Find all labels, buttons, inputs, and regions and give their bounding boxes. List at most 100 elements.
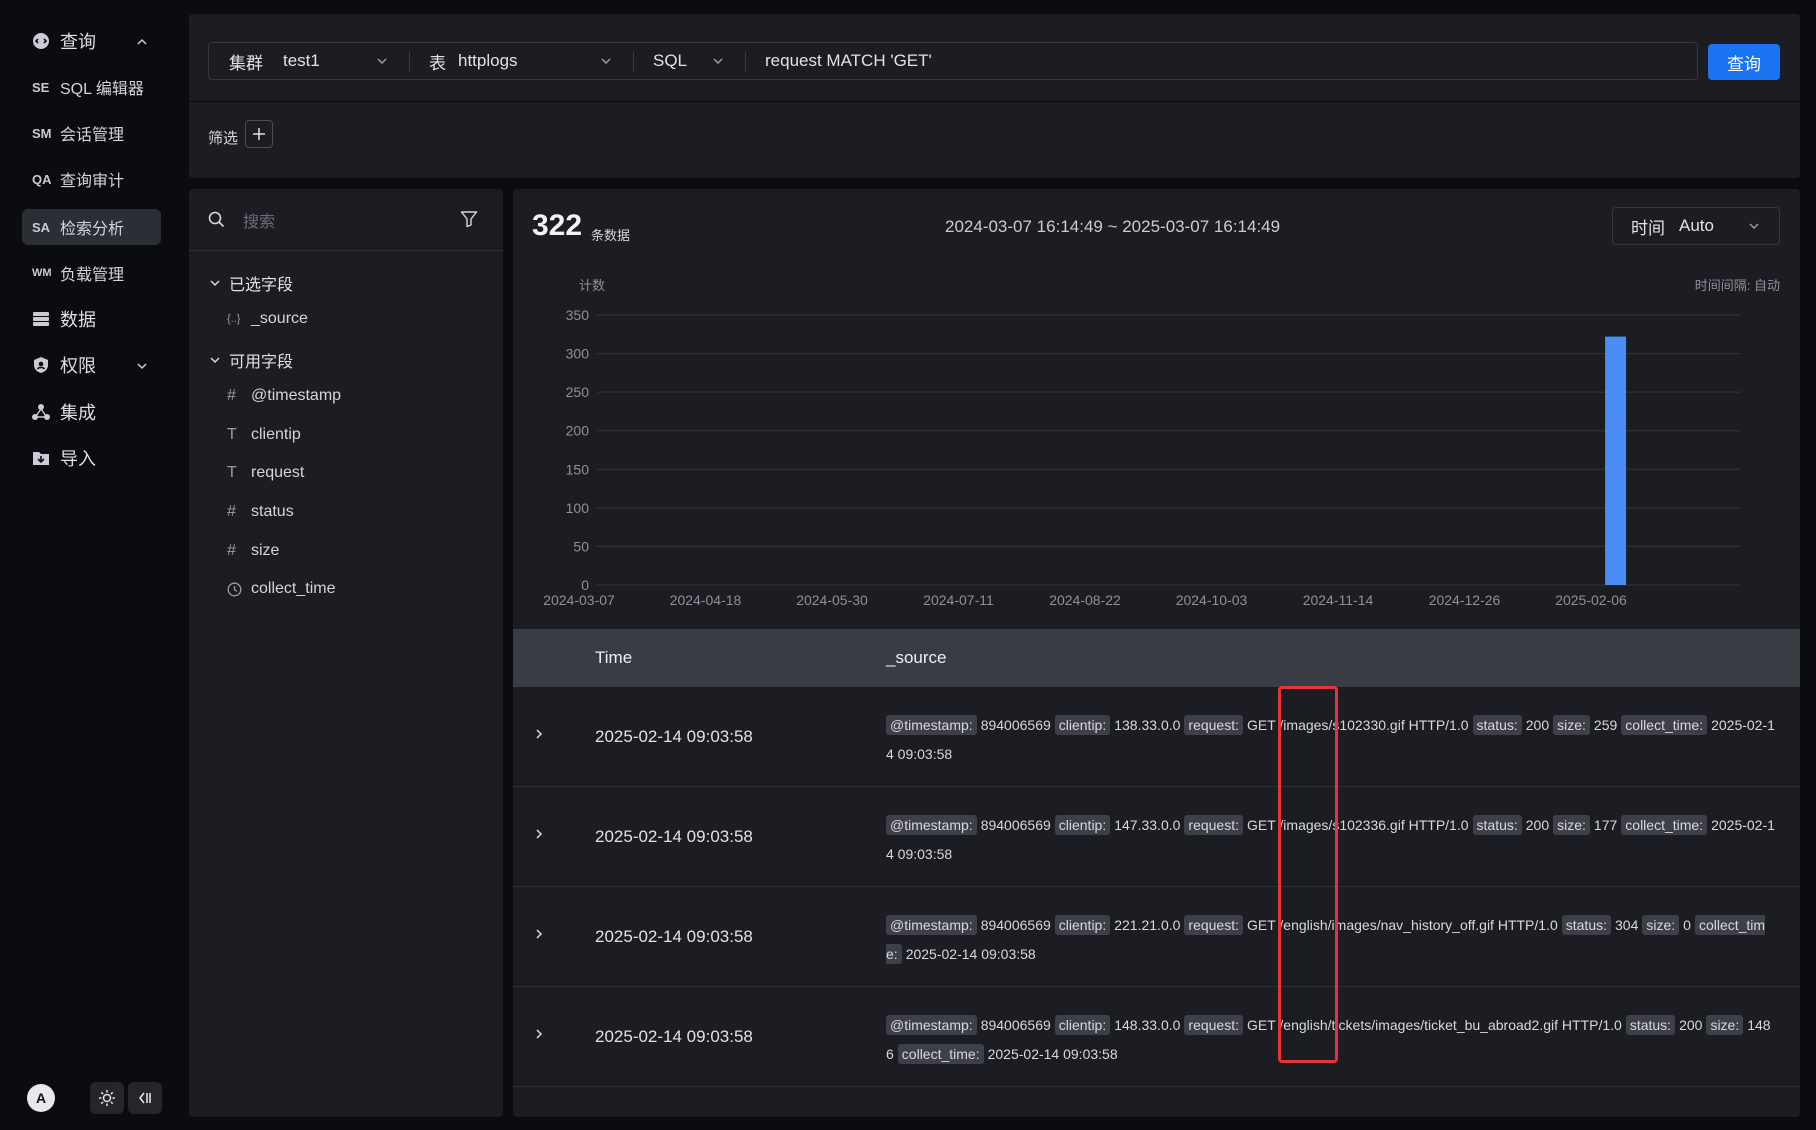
clock-icon xyxy=(227,582,251,597)
nav-item-session[interactable]: SM 会话管理 xyxy=(22,115,161,151)
row-time: 2025-02-14 09:03:58 xyxy=(595,1027,753,1046)
nav-item-label: 负载管理 xyxy=(60,267,125,284)
nav-integration[interactable]: 集成 xyxy=(22,394,161,430)
field-name: request xyxy=(251,464,305,481)
time-interval-select[interactable]: 时间 Auto xyxy=(1612,207,1780,245)
query-icon xyxy=(22,32,60,50)
source-key: request: xyxy=(1184,915,1243,935)
sidebar-footer: A xyxy=(0,1082,188,1116)
query-input[interactable]: request MATCH 'GET' xyxy=(745,43,1697,79)
source-key: size: xyxy=(1642,915,1680,935)
chevron-up-icon xyxy=(135,35,149,54)
field-item-source[interactable]: {..} _source xyxy=(227,310,308,328)
interval-label: 时间间隔: 自动 xyxy=(1695,278,1780,293)
nav-query[interactable]: 查询 xyxy=(22,23,161,59)
y-tick-label: 250 xyxy=(566,384,590,400)
source-value: 304 xyxy=(1615,917,1639,933)
shield-icon xyxy=(22,356,60,374)
row-time: 2025-02-14 09:03:58 xyxy=(595,727,753,746)
histogram-bar xyxy=(1605,336,1627,585)
chevron-right-icon[interactable] xyxy=(533,927,545,946)
source-key: status: xyxy=(1625,1015,1676,1035)
nav-abbr: SA xyxy=(32,219,51,235)
results-panel: 322 条数据 2024-03-07 16:14:49 ~ 2025-03-07… xyxy=(513,189,1800,1117)
histogram-chart: 计数 时间间隔: 自动 0 50 100 150 200 250 300 350 2024-03-0… xyxy=(513,269,1800,621)
table-row[interactable]: 2025-02-14 09:03:58 @timestamp: 894006569 c… xyxy=(513,687,1800,787)
x-tick-label: 2024-04-18 xyxy=(670,592,742,608)
field-item-size[interactable]: # size xyxy=(227,542,279,560)
time-interval-label: 时间 xyxy=(1631,218,1665,238)
source-value: 894006569 xyxy=(980,717,1051,733)
collapse-sidebar-button[interactable] xyxy=(128,1082,162,1114)
x-tick-label: 2024-12-26 xyxy=(1429,592,1501,608)
funnel-icon[interactable] xyxy=(460,210,478,233)
table-row[interactable]: 2025-02-14 09:03:58 @timestamp: 894006569 c… xyxy=(513,887,1800,987)
nav-item-label: 检索分析 xyxy=(60,221,125,238)
nav-item-search-analysis[interactable]: SA 检索分析 xyxy=(22,209,161,245)
table-row[interactable]: 2025-02-14 09:03:58 @timestamp: 894006569 c… xyxy=(513,987,1800,1087)
fields-panel: 搜索 已选字段 {..} _source 可用字段 # @timestamp T… xyxy=(189,189,503,1117)
highlight-box xyxy=(1278,686,1338,1063)
avatar[interactable]: A xyxy=(27,1084,55,1112)
source-key: collect_time: xyxy=(1621,815,1708,835)
mode-select[interactable]: SQL xyxy=(633,43,745,79)
divider xyxy=(189,101,1800,102)
nav-item-workload[interactable]: WM 负载管理 xyxy=(22,255,161,291)
nav-item-audit[interactable]: QA 查询审计 xyxy=(22,161,161,197)
chevron-right-icon[interactable] xyxy=(533,827,545,846)
query-text: request MATCH 'GET' xyxy=(765,51,932,70)
column-header-source[interactable]: _source xyxy=(886,648,946,668)
x-tick-label: 2024-10-03 xyxy=(1176,592,1248,608)
number-type-icon: # xyxy=(227,542,236,559)
nav-import[interactable]: 导入 xyxy=(22,440,161,476)
table-label: 表 xyxy=(429,53,446,73)
x-tick-label: 2024-08-22 xyxy=(1049,592,1121,608)
column-header-time[interactable]: Time xyxy=(595,648,632,668)
source-key: collect_time: xyxy=(1621,715,1708,735)
time-range: 2024-03-07 16:14:49 ~ 2025-03-07 16:14:4… xyxy=(945,217,1281,236)
selected-fields-toggle[interactable]: 已选字段 xyxy=(209,271,293,295)
nav-permission[interactable]: 权限 xyxy=(22,347,161,383)
y-tick-label: 350 xyxy=(566,307,590,323)
field-item-request[interactable]: T request xyxy=(227,464,304,482)
nav-data[interactable]: 数据 xyxy=(22,301,161,337)
theme-toggle-button[interactable] xyxy=(90,1082,124,1114)
nav-permission-label: 权限 xyxy=(60,356,96,376)
source-key: request: xyxy=(1184,815,1243,835)
integration-icon xyxy=(22,403,60,421)
nav-item-sql-editor[interactable]: SE SQL 编辑器 xyxy=(22,69,161,105)
field-item-status[interactable]: # status xyxy=(227,503,294,521)
query-button[interactable]: 查询 xyxy=(1708,44,1780,80)
chevron-down-icon xyxy=(210,357,220,364)
source-value: 200 xyxy=(1679,1017,1703,1033)
nav-abbr: WM xyxy=(32,267,52,279)
chevron-right-icon[interactable] xyxy=(533,1027,545,1046)
nav-import-label: 导入 xyxy=(60,449,96,469)
available-fields-toggle[interactable]: 可用字段 xyxy=(209,348,293,372)
field-item-collect-time[interactable]: collect_time xyxy=(227,580,335,598)
cluster-select[interactable]: 集群 test1 xyxy=(209,43,409,79)
table-select[interactable]: 表 httplogs xyxy=(409,43,633,79)
source-key: clientip: xyxy=(1054,815,1111,835)
chevron-right-icon[interactable] xyxy=(533,727,545,746)
nav-abbr: SM xyxy=(32,125,52,141)
source-key: clientip: xyxy=(1054,1015,1111,1035)
x-tick-label: 2024-03-07 xyxy=(543,592,615,608)
table-row[interactable]: 2025-02-14 09:03:58 @timestamp: 894006569 c… xyxy=(513,787,1800,887)
chevron-down-icon xyxy=(699,54,725,68)
row-time: 2025-02-14 09:03:58 xyxy=(595,827,753,846)
y-tick-label: 200 xyxy=(566,423,590,439)
source-key: @timestamp: xyxy=(886,915,977,935)
field-item-clientip[interactable]: T clientip xyxy=(227,426,301,444)
available-fields-title: 可用字段 xyxy=(229,354,294,371)
add-filter-button[interactable] xyxy=(245,120,273,148)
selected-fields-title: 已选字段 xyxy=(229,277,294,294)
query-panel: 集群 test1 表 httplogs SQL request MATCH 'G… xyxy=(189,14,1800,178)
x-tick-label: 2024-07-11 xyxy=(923,592,994,608)
y-tick-label: 300 xyxy=(566,346,590,362)
source-value: 177 xyxy=(1593,817,1618,833)
source-key: @timestamp: xyxy=(886,1015,977,1035)
field-search-input[interactable]: 搜索 xyxy=(243,208,275,232)
text-type-icon: T xyxy=(227,426,237,443)
field-item-timestamp[interactable]: # @timestamp xyxy=(227,387,341,405)
